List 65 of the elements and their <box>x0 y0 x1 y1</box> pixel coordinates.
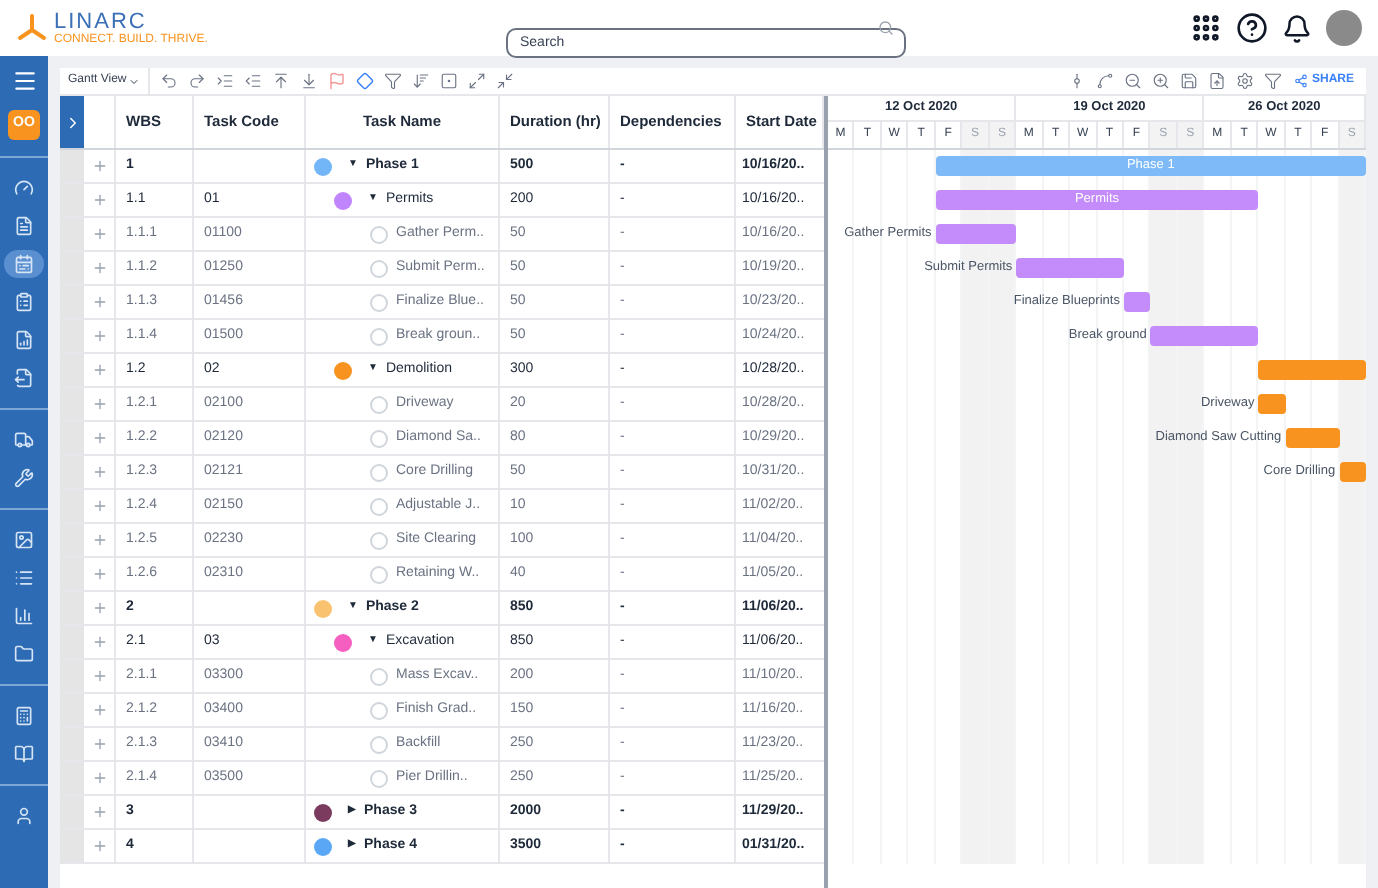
add-row-icon[interactable] <box>91 260 107 276</box>
row-drag-handle[interactable] <box>60 422 84 454</box>
add-row-icon[interactable] <box>91 736 107 752</box>
add-row-icon[interactable] <box>91 396 107 412</box>
logo-icon <box>16 14 48 42</box>
add-row-icon[interactable] <box>91 158 107 174</box>
row-drag-handle[interactable] <box>60 218 84 250</box>
row-drag-handle[interactable] <box>60 762 84 794</box>
avatar[interactable] <box>1326 10 1362 46</box>
add-row-icon[interactable] <box>91 328 107 344</box>
apps-grid-icon[interactable] <box>1190 12 1222 44</box>
diamond-icon[interactable] <box>352 68 379 94</box>
row-drag-handle[interactable] <box>60 660 84 692</box>
row-drag-handle[interactable] <box>60 184 84 216</box>
task-bar[interactable] <box>1339 462 1366 482</box>
add-row-icon[interactable] <box>91 804 107 820</box>
row-drag-handle[interactable] <box>60 456 84 488</box>
row-drag-handle[interactable] <box>60 252 84 284</box>
search-icon <box>878 20 894 36</box>
add-row-icon[interactable] <box>91 634 107 650</box>
logo-text: LINARC <box>54 11 149 33</box>
add-row-icon[interactable] <box>91 498 107 514</box>
add-row-icon[interactable] <box>91 838 107 854</box>
row-drag-handle[interactable] <box>60 626 84 658</box>
row-drag-handle[interactable] <box>60 286 84 318</box>
row-drag-handle[interactable] <box>60 524 84 556</box>
row-drag-handle[interactable] <box>60 830 84 862</box>
add-row-icon[interactable] <box>91 770 107 786</box>
row-drag-handle[interactable] <box>60 354 84 386</box>
add-row-icon[interactable] <box>91 668 107 684</box>
task-bar[interactable] <box>1258 394 1286 414</box>
row-drag-handle[interactable] <box>60 320 84 352</box>
add-row-icon[interactable] <box>91 702 107 718</box>
task-bar[interactable] <box>1016 258 1124 278</box>
add-row-icon[interactable] <box>91 600 107 616</box>
add-row-icon[interactable] <box>91 192 107 208</box>
help-icon[interactable] <box>1236 12 1268 44</box>
row-drag-handle[interactable] <box>60 388 84 420</box>
calendar-icon[interactable] <box>4 250 44 278</box>
add-row-icon[interactable] <box>91 226 107 242</box>
task-bar[interactable] <box>1123 292 1151 312</box>
row-drag-handle[interactable] <box>60 694 84 726</box>
add-row-icon[interactable] <box>91 464 107 480</box>
task-bar[interactable] <box>1285 428 1340 448</box>
notification-bell-icon[interactable] <box>1282 13 1312 43</box>
row-drag-handle[interactable] <box>60 150 84 182</box>
share-icon <box>1293 74 1308 88</box>
row-drag-handle[interactable] <box>60 490 84 522</box>
add-row-icon[interactable] <box>91 430 107 446</box>
menu-icon[interactable] <box>11 68 37 94</box>
task-bar[interactable] <box>935 224 1017 244</box>
filter-icon[interactable] <box>380 68 407 94</box>
caret-icon <box>128 75 141 87</box>
row-drag-handle[interactable] <box>60 728 84 760</box>
summary-bar[interactable] <box>1258 360 1366 380</box>
expand-panel-button[interactable] <box>60 96 84 148</box>
add-row-icon[interactable] <box>91 532 107 548</box>
add-row-icon[interactable] <box>91 294 107 310</box>
pin-icon[interactable] <box>1259 68 1286 94</box>
row-drag-handle[interactable] <box>60 592 84 624</box>
row-drag-handle[interactable] <box>60 558 84 590</box>
add-row-icon[interactable] <box>91 566 107 582</box>
task-bar[interactable] <box>1150 326 1259 346</box>
add-row-icon[interactable] <box>91 362 107 378</box>
row-drag-handle[interactable] <box>60 796 84 828</box>
